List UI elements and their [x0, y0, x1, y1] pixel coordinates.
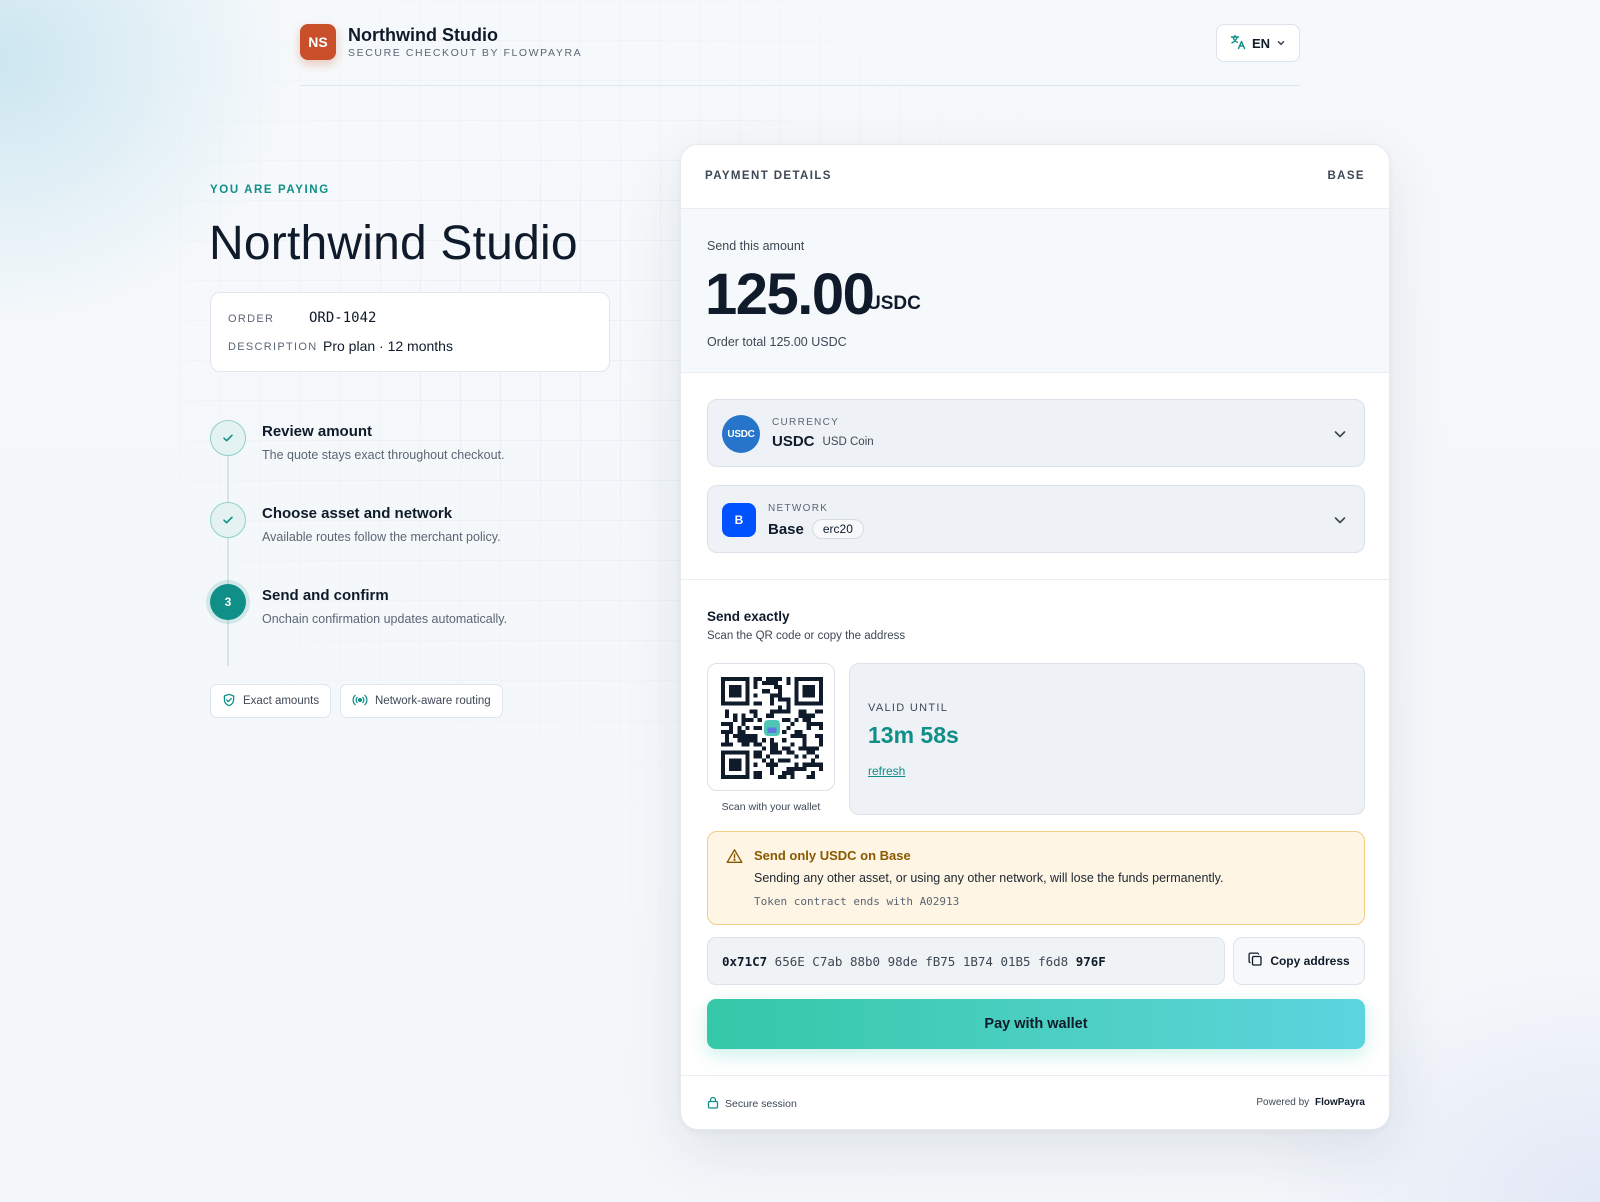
address-middle: 656E C7ab 88b0 98de fB75 1B74 01B5 f6d8 [767, 953, 1076, 969]
network-value-row: Base erc20 [768, 519, 864, 539]
chip-exact-amounts: Exact amounts [210, 684, 332, 718]
address-end: 976F [1075, 953, 1106, 969]
top-bar: NS Northwind Studio SECURE CHECKOUT BY F… [300, 24, 1300, 86]
order-label: ORDER [228, 313, 275, 325]
paying-eyebrow: YOU ARE PAYING [210, 184, 330, 196]
secure-session: Secure session [707, 1096, 797, 1112]
lock-icon [707, 1096, 719, 1112]
merchant-title: Northwind Studio [209, 217, 578, 270]
language-code: EN [1251, 35, 1271, 51]
shield-check-icon [222, 693, 236, 710]
warning-body: Sending any other asset, or using any ot… [754, 871, 1224, 885]
amount-currency: USDC [867, 293, 921, 314]
order-summary-card: ORDER ORD-1042 DESCRIPTION Pro plan · 12… [210, 292, 610, 372]
qr-code-icon [721, 677, 823, 779]
step-choose-asset: Choose asset and network Available route… [210, 502, 630, 562]
refresh-link[interactable]: refresh [868, 764, 905, 778]
countdown-timer: 13m 58s [868, 722, 959, 748]
step-title: Choose asset and network [262, 505, 453, 522]
send-exactly-title: Send exactly [707, 609, 790, 624]
copy-address-label: Copy address [1270, 954, 1350, 968]
payment-card: PAYMENT DETAILS BASE Send this amount 12… [680, 144, 1390, 1130]
order-total: Order total 125.00 USDC [707, 335, 847, 349]
currency-value-row: USDC USD Coin [772, 433, 874, 450]
amount-value: 125.00 [705, 262, 875, 327]
send-amount-label: Send this amount [707, 239, 805, 253]
merchant-logo: NS [300, 24, 336, 60]
copy-icon [1248, 952, 1263, 970]
header-subtitle: SECURE CHECKOUT BY FLOWPAYRA [348, 47, 583, 59]
token-contract-note: Token contract ends with A02913 [754, 895, 960, 908]
warning-title: Send only USDC on Base [754, 848, 911, 863]
valid-until-label: VALID UNTIL [868, 702, 949, 714]
payment-details-heading: PAYMENT DETAILS [705, 170, 832, 182]
qr-caption: Scan with your wallet [721, 801, 821, 813]
copy-address-button[interactable]: Copy address [1233, 937, 1365, 985]
flowpayra-brand: FlowPayra [1314, 1097, 1365, 1108]
language-selector[interactable]: EN [1216, 24, 1300, 62]
warning-icon [726, 848, 743, 869]
currency-selector[interactable]: USDC CURRENCY USDC USD Coin [707, 399, 1365, 467]
address-start: 0x71C7 [722, 953, 768, 969]
step-send-confirm: 3 Send and confirm Onchain confirmation … [210, 584, 630, 644]
check-icon [210, 502, 246, 538]
payment-card-footer: Secure session Powered by FlowPayra [681, 1075, 1389, 1129]
step-title: Send and confirm [262, 587, 389, 604]
chip-network-routing: Network-aware routing [340, 684, 503, 718]
wallet-address-field[interactable]: 0x71C7 656E C7ab 88b0 98de fB75 1B74 01B… [707, 937, 1225, 985]
qr-code [707, 663, 835, 791]
broadcast-icon [352, 693, 368, 710]
step-description: The quote stays exact throughout checkou… [262, 448, 505, 462]
network-warning: Send only USDC on Base Sending any other… [707, 831, 1365, 925]
pay-with-wallet-button[interactable]: Pay with wallet [707, 999, 1365, 1049]
currency-full-name: USD Coin [822, 435, 874, 448]
chevron-down-icon [1332, 426, 1348, 447]
base-network-icon: B [722, 503, 756, 537]
payment-card-header: PAYMENT DETAILS BASE [681, 145, 1389, 209]
chevron-down-icon [1332, 512, 1348, 533]
network-value: Base [768, 520, 804, 538]
description-value: Pro plan · 12 months [323, 338, 453, 354]
currency-value: USDC [772, 433, 815, 450]
chip-label: Network-aware routing [375, 695, 491, 707]
step-number-badge: 3 [210, 584, 246, 620]
order-id: ORD-1042 [309, 310, 377, 326]
step-description: Onchain confirmation updates automatical… [262, 612, 508, 626]
powered-by-label: Powered by [1256, 1097, 1310, 1108]
chip-label: Exact amounts [243, 695, 320, 707]
currency-label: CURRENCY [772, 417, 840, 428]
send-exactly-subtitle: Scan the QR code or copy the address [707, 630, 906, 642]
amount-section: Send this amount 125.00 USDC Order total… [681, 209, 1389, 373]
step-title: Review amount [262, 423, 373, 440]
description-label: DESCRIPTION [228, 341, 318, 353]
step-description: Available routes follow the merchant pol… [262, 530, 501, 544]
validity-panel: VALID UNTIL 13m 58s refresh [849, 663, 1365, 815]
step-review-amount: Review amount The quote stays exact thro… [210, 420, 630, 480]
section-divider [681, 579, 1389, 580]
check-icon [210, 420, 246, 456]
usdc-coin-icon: USDC [722, 415, 760, 453]
network-selector[interactable]: B NETWORK Base erc20 [707, 485, 1365, 553]
powered-by: Powered by FlowPayra [1256, 1097, 1365, 1108]
network-heading: BASE [1327, 170, 1365, 182]
secure-session-label: Secure session [725, 1098, 797, 1110]
token-standard-tag: erc20 [811, 519, 864, 539]
translate-icon [1230, 34, 1246, 53]
header-merchant-name: Northwind Studio [348, 25, 498, 45]
chevron-down-icon [1276, 36, 1286, 51]
network-label: NETWORK [768, 503, 829, 514]
